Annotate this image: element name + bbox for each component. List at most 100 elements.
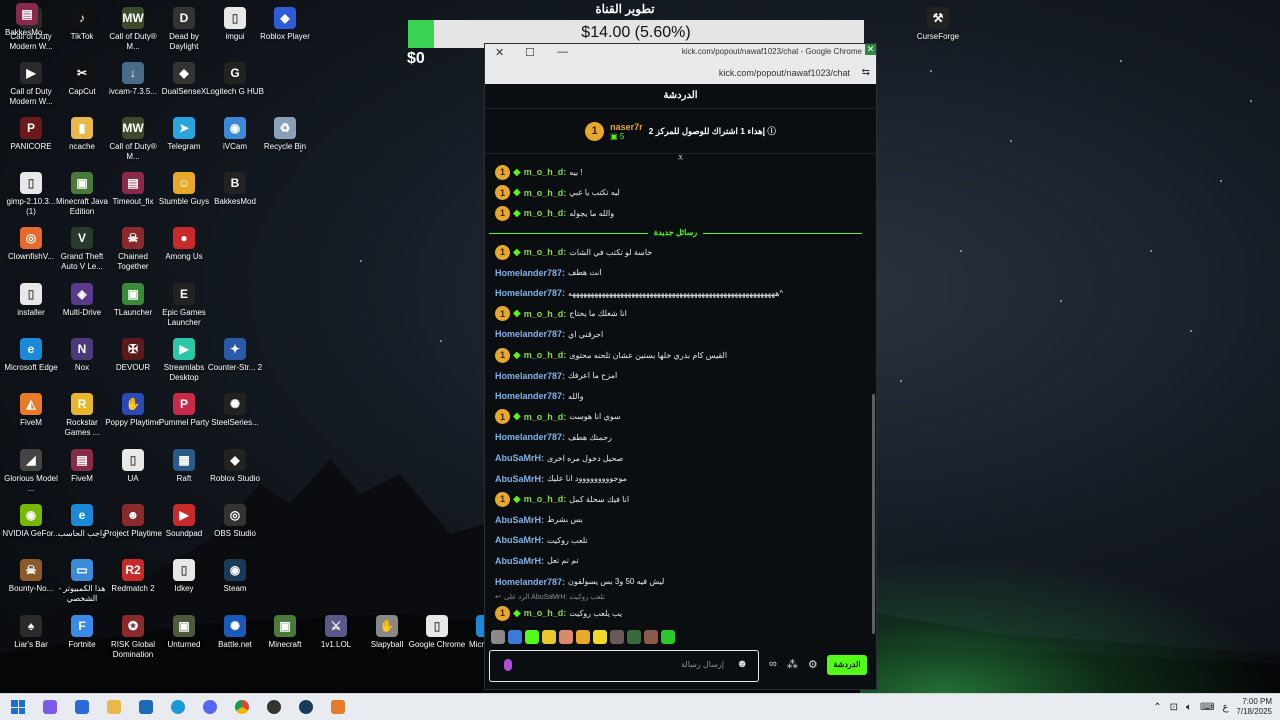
- desktop-icon-among-us[interactable]: ● Among Us: [157, 224, 211, 262]
- desktop-icon-file[interactable]: ▯ installer: [4, 280, 58, 318]
- emote-icon[interactable]: [627, 630, 641, 644]
- mic-icon[interactable]: [504, 659, 512, 671]
- desktop-icon-dbd[interactable]: D Dead by Daylight: [157, 4, 211, 52]
- language-indicator[interactable]: ع: [1222, 702, 1228, 713]
- desktop-icon-ivcam-installer[interactable]: ↓ ivcam-7.3.5...: [106, 59, 160, 97]
- chat-input[interactable]: إرسال رسالة ☻: [489, 650, 759, 682]
- chat-username[interactable]: Homelander787:: [495, 577, 565, 587]
- desktop-icon-file[interactable]: ▯ imgui: [208, 4, 262, 42]
- desktop-icon-telegram[interactable]: ➤ Telegram: [157, 114, 211, 152]
- chat-message[interactable]: Homelander787: امزح ما اعرفك: [485, 365, 866, 386]
- edge-icon[interactable]: [164, 696, 192, 718]
- desktop-icon-cod-mw[interactable]: ▶ Call of Duty Modern W...: [4, 59, 58, 107]
- chat-username[interactable]: AbuSaMrH:: [495, 515, 544, 525]
- emote-icon[interactable]: [491, 630, 505, 644]
- desktop-icon-battlenet[interactable]: ✺ Battle.net: [208, 612, 262, 650]
- desktop-icon-project-playtime[interactable]: ☻ Project Playtime: [104, 501, 162, 539]
- chat-username[interactable]: AbuSaMrH:: [495, 453, 544, 463]
- desktop-icon-liars-bar[interactable]: ♠ Liar's Bar: [4, 612, 58, 650]
- chat-username[interactable]: Homelander787:: [495, 288, 565, 298]
- desktop-icon-streamlabs[interactable]: ▶ Streamlabs Desktop: [157, 335, 211, 383]
- desktop-icon-clownfish[interactable]: ◎ ClownfishV...: [4, 224, 58, 262]
- desktop-icon-chained[interactable]: ☠ Chained Together: [106, 224, 160, 272]
- copilot-icon[interactable]: [36, 696, 64, 718]
- desktop-icon-roblox-studio[interactable]: ◆ Roblox Studio: [208, 446, 262, 484]
- desktop-icon-steelseries[interactable]: ✺ SteelSeries...: [208, 390, 262, 428]
- desktop-icon-bounty[interactable]: ☠ Bounty-No...: [4, 556, 58, 594]
- chat-message[interactable]: Homelander787: رحمتك هطف: [485, 427, 866, 448]
- chat-username[interactable]: m_o_h_d:: [524, 188, 567, 198]
- chat-username[interactable]: Homelander787:: [495, 391, 565, 401]
- chat-message[interactable]: AbuSaMrH: موجووووووووود انا عليك: [485, 468, 866, 489]
- desktop-icon-nox[interactable]: N Nox: [55, 335, 109, 373]
- emote-icon[interactable]: [508, 630, 522, 644]
- desktop-icon-logitech[interactable]: G Logitech G HUB: [206, 59, 264, 97]
- chat-username[interactable]: m_o_h_d:: [524, 608, 567, 618]
- chat-username[interactable]: AbuSaMrH:: [495, 556, 544, 566]
- chat-username[interactable]: Homelander787:: [495, 268, 565, 278]
- desktop-icon-cod-mw2[interactable]: MW Call of Duty® M...: [106, 4, 160, 52]
- desktop-icon-file[interactable]: ▯ Idkey: [157, 556, 211, 594]
- discord-icon[interactable]: [196, 696, 224, 718]
- desktop-icon-soundpad[interactable]: ▶ Soundpad: [157, 501, 211, 539]
- emote-icon[interactable]: [576, 630, 590, 644]
- chat-message[interactable]: AbuSaMrH: تلعب روكيت: [485, 530, 866, 551]
- desktop-icon-gta[interactable]: V Grand Theft Auto V Le...: [55, 224, 109, 272]
- chat-scrollbar[interactable]: [872, 394, 875, 634]
- desktop-icon-dualsense[interactable]: ◆ DualSenseX: [157, 59, 211, 97]
- emoji-picker-icon[interactable]: ☻: [736, 658, 748, 670]
- desktop-icon-minecraft[interactable]: ▣ Minecraft: [258, 612, 312, 650]
- infinity-icon[interactable]: ∞: [769, 658, 777, 671]
- avast-icon[interactable]: [324, 696, 352, 718]
- emote-icon[interactable]: [593, 630, 607, 644]
- chat-username[interactable]: AbuSaMrH:: [495, 474, 544, 484]
- kicks-icon[interactable]: ⁂: [787, 658, 798, 671]
- desktop-icon-file[interactable]: ▯ UA: [106, 446, 160, 484]
- network-icon[interactable]: ⊡: [1170, 702, 1178, 713]
- emote-icon[interactable]: [644, 630, 658, 644]
- desktop-icon-folder[interactable]: ▮ ncache: [55, 114, 109, 152]
- desktop-icon-multidrive[interactable]: ◈ Multi-Drive: [55, 280, 109, 318]
- desktop-icon-raft[interactable]: ▦ Raft: [157, 446, 211, 484]
- keyboard-icon[interactable]: ⌨: [1200, 702, 1214, 713]
- desktop-icon-glorious[interactable]: ◢ Glorious Model ...: [4, 446, 58, 494]
- chat-message[interactable]: 1 ◆ m_o_h_d: انا شغلك ما يحتاج: [485, 304, 866, 325]
- minimize-icon[interactable]: —: [557, 46, 568, 58]
- chat-username[interactable]: m_o_h_d:: [524, 247, 567, 257]
- desktop-icon-file[interactable]: ▯ gimp-2.10.3... (1): [4, 169, 58, 217]
- steam-icon[interactable]: [292, 696, 320, 718]
- chat-username[interactable]: Homelander787:: [495, 432, 565, 442]
- desktop-icon-curseforge[interactable]: ⚒ CurseForge: [911, 4, 965, 42]
- chat-message[interactable]: 1 ◆ m_o_h_d: بيه !: [485, 162, 866, 183]
- desktop-icon-tlauncher[interactable]: ▣ TLauncher: [106, 280, 160, 318]
- outlook-icon[interactable]: [132, 696, 160, 718]
- address-bar[interactable]: kick.com/popout/nawaf1023/chat: [719, 68, 850, 78]
- desktop-icon-steam[interactable]: ◉ Steam: [208, 556, 262, 594]
- desktop-icon-rockstar[interactable]: R Rockstar Games ...: [55, 390, 109, 438]
- desktop-icon-ivcam[interactable]: ◉ iVCam: [208, 114, 262, 152]
- desktop-icon-minecraft[interactable]: ▣ Minecraft Java Edition: [55, 169, 109, 217]
- desktop-icon-file[interactable]: ▯ Google Chrome: [409, 612, 465, 650]
- desktop-icon-winrar[interactable]: ▤ FiveM: [55, 446, 109, 484]
- start-icon[interactable]: [4, 696, 32, 718]
- desktop-icon-pummel[interactable]: P Pummel Party: [157, 390, 211, 428]
- desktop-icon-slapyball[interactable]: ✋ Slapyball: [360, 612, 414, 650]
- chat-message[interactable]: 1 ◆ m_o_h_d: خاسة لو تكتب في الشات: [485, 242, 866, 263]
- chat-message[interactable]: Homelander787: والله: [485, 386, 866, 407]
- chrome-icon[interactable]: [228, 696, 256, 718]
- desktop-icon-tiktok[interactable]: ♪ TikTok: [55, 4, 109, 42]
- pinned-gift-banner[interactable]: 1 naser7r ▣ 5 إهداء 1 اشتراك للوصول للمر…: [485, 109, 876, 154]
- chat-username[interactable]: m_o_h_d:: [524, 494, 567, 504]
- emote-icon[interactable]: [542, 630, 556, 644]
- chat-username[interactable]: Homelander787:: [495, 371, 565, 381]
- obs-icon[interactable]: [260, 696, 288, 718]
- site-settings-icon[interactable]: ⇆: [862, 67, 870, 78]
- chat-message[interactable]: Homelander787: ليش فيه 50 و3 بس يسولفون: [485, 571, 866, 592]
- desktop-icon-devour[interactable]: ✠ DEVOUR: [106, 335, 160, 373]
- desktop-icon-redmatch[interactable]: R2 Redmatch 2: [106, 556, 160, 594]
- desktop-icon-panicore[interactable]: P PANICORE: [4, 114, 58, 152]
- desktop-icon-cs2[interactable]: ✦ Counter-Str... 2: [208, 335, 262, 373]
- settings-gear-icon[interactable]: ⚙: [808, 658, 818, 671]
- desktop-icon-fortnite[interactable]: F Fortnite: [55, 612, 109, 650]
- clock[interactable]: 7:00 PM 7/18/2025: [1236, 697, 1272, 717]
